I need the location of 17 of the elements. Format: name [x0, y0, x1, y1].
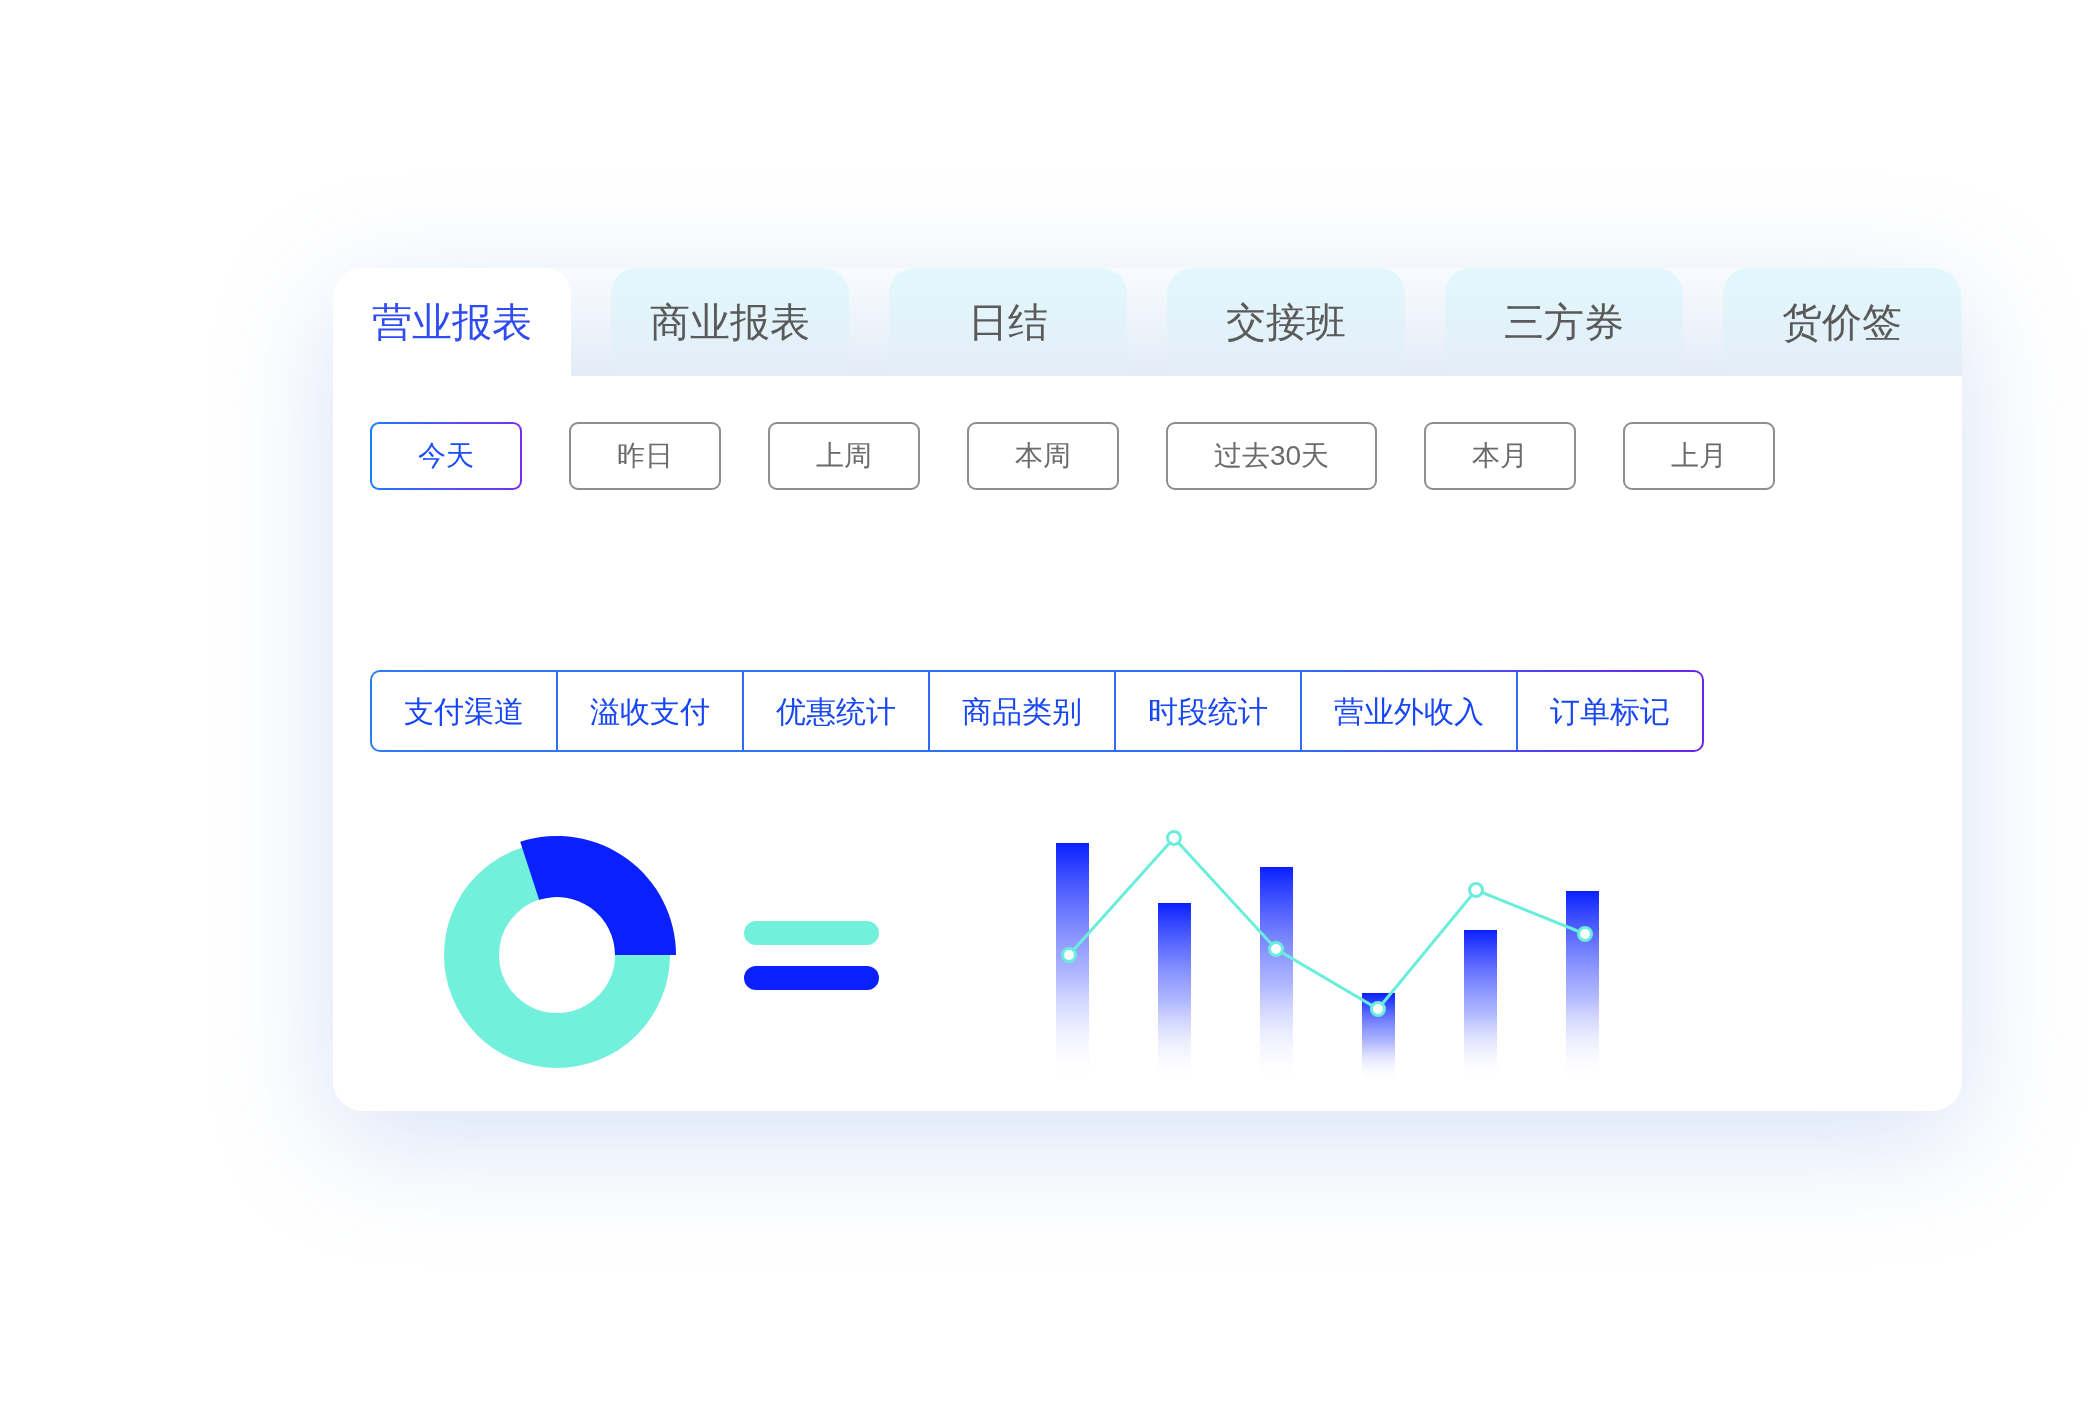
date-filter-button[interactable]: 今天: [370, 422, 522, 490]
date-filter-button[interactable]: 上月: [1623, 422, 1776, 490]
report-category-tab[interactable]: 时段统计: [1114, 672, 1300, 750]
date-filter-button[interactable]: 过去30天: [1166, 422, 1378, 490]
report-category-tab[interactable]: 溢收支付: [556, 672, 742, 750]
report-category-tab[interactable]: 优惠统计: [742, 672, 928, 750]
date-filter-button[interactable]: 上周: [768, 422, 920, 490]
report-category-tab[interactable]: 订单标记: [1516, 672, 1702, 750]
report-category-tab[interactable]: 商品类别: [928, 672, 1114, 750]
legend-bar-icon: [744, 966, 879, 990]
report-category-tab[interactable]: 营业外收入: [1300, 672, 1516, 750]
date-filter-button[interactable]: 本月: [1424, 422, 1577, 490]
legend-bar-icon: [744, 921, 879, 945]
date-filter-button[interactable]: 昨日: [569, 422, 721, 490]
report-tab[interactable]: 营业报表: [333, 268, 571, 376]
report-category-tab[interactable]: 支付渠道: [372, 672, 556, 750]
date-filter-button[interactable]: 本周: [967, 422, 1119, 490]
